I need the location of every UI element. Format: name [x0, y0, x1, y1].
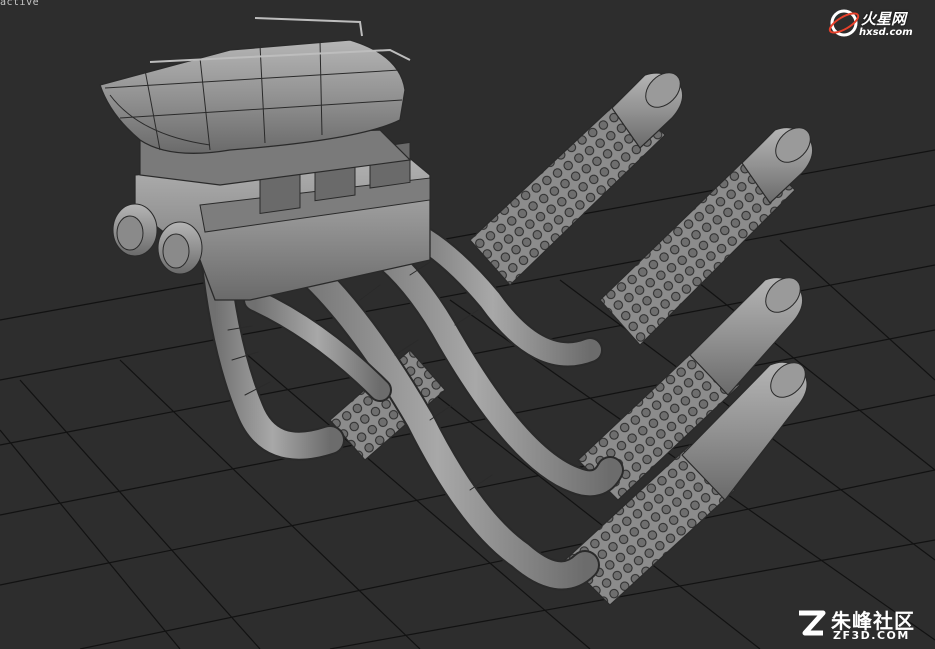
intake-scoop — [99, 17, 412, 186]
planet-logo-icon — [828, 9, 860, 37]
zf3d-url-text: ZF3D.COM — [833, 629, 910, 642]
viewport-label: active — [0, 0, 40, 8]
hxsd-watermark: 火星网 hxsd.com — [827, 6, 927, 40]
hxsd-brand-text: 火星网 — [861, 10, 907, 28]
zf-logo-icon — [799, 610, 826, 636]
zf3d-watermark: 朱峰社区 ZF3D.COM — [793, 605, 923, 643]
3d-viewport[interactable]: active 火星网 hxsd.com 朱峰社区 ZF3D.COM — [0, 0, 935, 649]
hxsd-url-text: hxsd.com — [859, 27, 913, 38]
wireframe-scene — [0, 17, 935, 649]
